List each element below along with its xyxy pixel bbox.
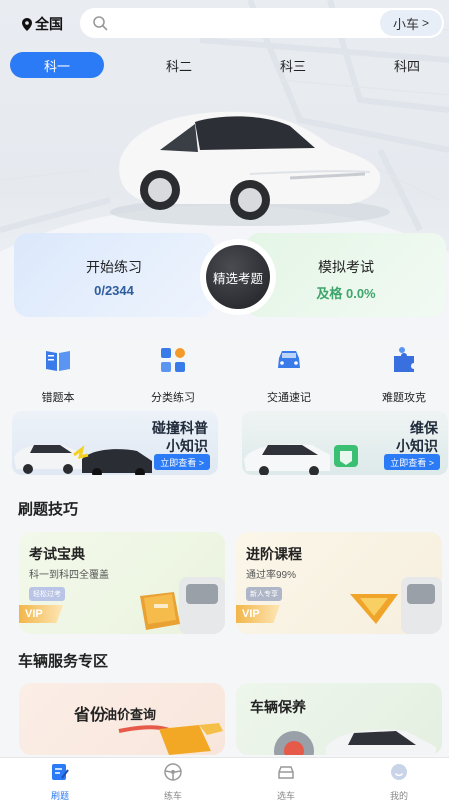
service-section-title: 车辆服务专区 xyxy=(18,653,109,670)
trophy-image xyxy=(350,577,442,634)
edit-icon xyxy=(52,764,69,780)
maintenance-card[interactable]: 车辆保养 xyxy=(236,683,442,755)
maintenance-car-image xyxy=(274,729,436,755)
quick-label: 分类练习 xyxy=(151,392,195,404)
tab-driving[interactable]: 练车 xyxy=(143,762,203,800)
tab-subject-2[interactable]: 科二 xyxy=(154,52,204,78)
vip-badge: VIP xyxy=(236,605,280,623)
card-subtitle: 通过率99% xyxy=(246,570,297,581)
tab-label: 科一 xyxy=(43,58,70,74)
collision-knowledge-banner[interactable]: 碰撞科普 小知识 立即查看 > xyxy=(12,411,218,475)
banner-title-line1: 维保 xyxy=(410,420,438,436)
category-grid-icon xyxy=(161,348,185,372)
card-subtitle: 科一到科四全覆盖 xyxy=(29,570,109,581)
card-tag: 新人专享 xyxy=(246,587,282,601)
featured-questions-label: 精选考题 xyxy=(206,245,270,309)
search-input[interactable]: 小车 > xyxy=(80,8,444,38)
practice-progress: 0/2344 xyxy=(94,283,134,298)
card-title: 进阶课程 xyxy=(246,546,302,562)
tab-practice[interactable]: 刷题 xyxy=(30,762,90,800)
tab-mine[interactable]: 我的 xyxy=(369,762,429,800)
quick-actions: 错题本 分类练习 交通速记 难题攻克 xyxy=(0,340,449,405)
start-practice-label: 开始练习 xyxy=(86,259,142,275)
practice-panel: 开始练习 0/2344 模拟考试 及格 0.0% 精选考题 xyxy=(14,233,446,319)
quick-label: 难题攻克 xyxy=(382,392,426,404)
quick-label: 交通速记 xyxy=(267,392,311,404)
guide-book-image xyxy=(140,577,225,634)
view-now-button[interactable]: 立即查看 > xyxy=(154,454,210,470)
featured-questions-button[interactable]: 精选考题 xyxy=(200,239,276,315)
chevron-right-icon: > xyxy=(422,16,430,30)
top-bar: 全国 小车 > xyxy=(0,8,449,38)
location-selector[interactable]: 全国 xyxy=(22,14,63,34)
traffic-notes-button[interactable]: 交通速记 xyxy=(249,340,329,405)
view-now-button[interactable]: 立即查看 > xyxy=(384,454,440,470)
tab-label: 练车 xyxy=(163,791,182,800)
quick-label: 错题本 xyxy=(41,392,75,404)
puzzle-icon xyxy=(394,347,414,372)
steering-wheel-icon xyxy=(164,763,182,781)
car-front-icon xyxy=(278,351,300,368)
location-label: 全国 xyxy=(35,16,63,32)
exam-guide-card[interactable]: 考试宝典 科一到科四全覆盖 轻松过考 VIP xyxy=(19,532,225,634)
banner-title: 碰撞科普 小知识 xyxy=(152,419,208,455)
tab-subject-3[interactable]: 科三 xyxy=(268,52,318,78)
face-icon xyxy=(391,764,407,780)
subject-tabs: 科一 科二 科三 科四 xyxy=(10,52,440,78)
tab-label: 科三 xyxy=(279,58,306,74)
mock-exam-card[interactable]: 模拟考试 及格 0.0% xyxy=(246,233,446,317)
car-icon xyxy=(278,766,294,779)
banner-title-line2: 小知识 xyxy=(166,438,208,454)
collision-cars-image xyxy=(14,444,152,475)
banner-title-line1: 碰撞科普 xyxy=(152,420,208,436)
bottom-tab-bar: 刷题 练车 选车 我的 xyxy=(0,757,449,800)
banner-title-line2: 小知识 xyxy=(396,438,438,454)
wrong-questions-button[interactable]: 错题本 xyxy=(18,340,98,405)
tab-label: 刷题 xyxy=(50,791,69,800)
card-title: 考试宝典 xyxy=(29,546,85,562)
tab-subject-4[interactable]: 科四 xyxy=(382,52,432,78)
hard-questions-button[interactable]: 难题攻克 xyxy=(364,340,444,405)
advanced-course-card[interactable]: 进阶课程 通过率99% 新人专享 VIP xyxy=(236,532,442,634)
tab-choose-car[interactable]: 选车 xyxy=(256,762,316,800)
card-title: 车辆保养 xyxy=(250,699,306,715)
car-illustration xyxy=(110,111,390,226)
vehicle-type-label: 小车 xyxy=(392,16,419,32)
card-tag: 轻松过考 xyxy=(29,587,65,601)
book-icon xyxy=(46,351,70,371)
tab-label: 选车 xyxy=(276,791,295,800)
tips-section-title: 刷题技巧 xyxy=(18,501,79,518)
maintenance-car-image xyxy=(244,444,358,475)
tab-label: 我的 xyxy=(389,791,408,800)
search-icon xyxy=(93,16,108,31)
vehicle-type-selector[interactable]: 小车 > xyxy=(380,10,442,36)
maintenance-knowledge-banner[interactable]: 维保 小知识 立即查看 > xyxy=(242,411,448,475)
category-practice-button[interactable]: 分类练习 xyxy=(133,340,213,405)
banner-title: 维保 小知识 xyxy=(396,419,438,455)
tab-label: 科四 xyxy=(393,58,420,74)
exam-pass-rate: 及格 0.0% xyxy=(316,286,376,301)
fuel-nozzle-image xyxy=(118,723,223,755)
start-practice-card[interactable]: 开始练习 0/2344 xyxy=(14,233,214,317)
vip-badge: VIP xyxy=(19,605,63,623)
location-pin-icon xyxy=(22,17,32,31)
tab-subject-1[interactable]: 科一 xyxy=(10,52,104,78)
oil-price-card[interactable]: 省份 油价查询 xyxy=(19,683,225,755)
tab-label: 科二 xyxy=(165,58,192,74)
mock-exam-label: 模拟考试 xyxy=(318,259,374,275)
